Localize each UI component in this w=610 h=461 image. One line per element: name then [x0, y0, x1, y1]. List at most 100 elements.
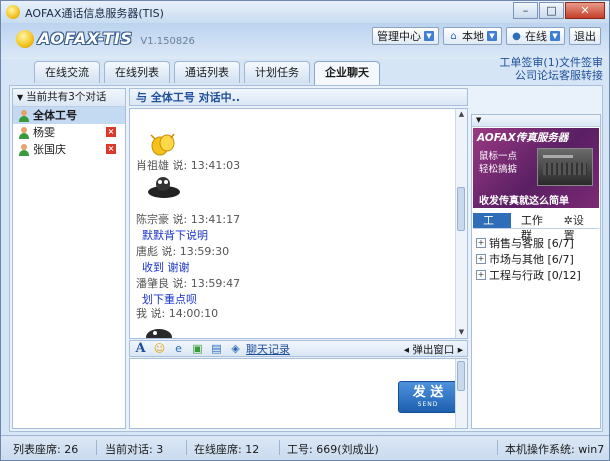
contact-name: 全体工号 [33, 109, 77, 122]
group-label: 工程与行政 [0/12] [489, 269, 581, 282]
message-sender: 肖祖雄 说: 13:41:03 [136, 159, 241, 172]
message-item: 唐彪 说: 13:59:30 收到 谢谢 [136, 243, 229, 275]
tab-work-groups[interactable]: 工作群 [515, 213, 554, 242]
font-icon[interactable]: A [134, 342, 147, 355]
group-item[interactable]: + 市场与其他 [6/7] [476, 251, 574, 267]
collapse-triangle-icon: ▼ [17, 93, 24, 102]
tab-online-list[interactable]: 在线列表 [104, 61, 170, 83]
conversation-count: 当前共有3个对话 [26, 91, 107, 103]
local-label: 本地 [462, 30, 484, 43]
popout-window-button[interactable]: ◂ 弹出窗口 ▸ [404, 342, 463, 357]
input-scrollbar[interactable] [455, 359, 467, 428]
header-links: 工单签审(1)文件签审 公司论坛客服转接 [499, 56, 603, 82]
scrollbar-thumb[interactable] [457, 361, 465, 391]
right-panel-header[interactable]: ▼ [472, 115, 600, 127]
message-sender: 潘肇良 说: 13:59:47 [136, 277, 241, 290]
app-header: AOFAX-TIS V1.150826 管理中心 ▼ ⌂ 本地 ▼ ● 在线 ▼… [1, 23, 609, 59]
chat-history-icon[interactable]: ◈ [229, 342, 242, 355]
settings-tab[interactable]: ✲设置 [558, 213, 595, 242]
message-sender: 我 说: 14:00:10 [136, 307, 219, 320]
emoji-icon[interactable]: ☺ [153, 342, 166, 355]
status-current-conversations: 当前对话: 3 [105, 443, 164, 456]
scroll-up-arrow-icon[interactable]: ▲ [456, 109, 467, 120]
close-button[interactable]: ✕ [565, 2, 605, 19]
screenshot-icon[interactable]: ▤ [210, 342, 223, 355]
ad-line: 鼠标一点 [479, 151, 518, 162]
scroll-down-arrow-icon[interactable]: ▼ [456, 327, 467, 338]
maximize-button[interactable]: □ [539, 2, 564, 19]
ad-line: 轻松搞掂 [479, 164, 518, 175]
tab-scheduled-tasks[interactable]: 计划任务 [244, 61, 310, 83]
file-sign-link[interactable]: 文件签审 [559, 56, 603, 69]
window-controls: – □ ✕ [512, 2, 605, 20]
logo-smiley-icon [16, 29, 34, 48]
gear-icon: ✲ [563, 213, 573, 227]
ad-banner[interactable]: AOFAX传真服务器 鼠标一点 轻松搞掂 收发传真就这么简单 [473, 128, 599, 208]
expand-plus-icon[interactable]: + [476, 238, 486, 248]
logout-label: 退出 [574, 30, 596, 43]
expand-plus-icon[interactable]: + [476, 270, 486, 280]
main-body: ▼当前共有3个对话 全体工号 杨雯 × 张国庆 × 与 全体工号 对话中.. [9, 85, 603, 432]
tab-online-chat[interactable]: 在线交流 [34, 61, 100, 83]
status-online-seats: 在线座席: 12 [194, 443, 260, 456]
status-bar: 列表座席: 26 当前对话: 3 在线座席: 12 工号: 669(刘成业) 本… [1, 435, 609, 460]
scrollbar-thumb[interactable] [457, 187, 465, 231]
message-sender: 陈宗豪 说: 13:41:17 [136, 213, 241, 226]
chevron-down-icon: ▼ [550, 31, 560, 41]
expand-plus-icon[interactable]: + [476, 254, 486, 264]
app-window: AOFAX通话信息服务器(TIS) – □ ✕ AOFAX-TIS V1.150… [0, 0, 610, 461]
group-item[interactable]: + 工程与行政 [0/12] [476, 267, 581, 283]
status-divider [279, 440, 280, 455]
status-seats: 列表座席: 26 [13, 443, 79, 456]
chevron-down-icon: ▼ [424, 31, 434, 41]
logout-button[interactable]: 退出 [569, 27, 601, 45]
conversation-list-header[interactable]: ▼ 当前共有3个对话 [13, 89, 125, 107]
status-divider [96, 440, 97, 455]
group-item[interactable]: + 销售与客服 [6/7] [476, 235, 574, 251]
contact-item-all[interactable]: 全体工号 [13, 107, 125, 124]
send-button[interactable]: 发 送 SEND [398, 381, 458, 413]
browser-icon[interactable]: e [172, 342, 185, 355]
status-divider [497, 440, 498, 455]
main-tabs: 在线交流 在线列表 通话列表 计划任务 企业聊天 [34, 61, 384, 85]
tab-call-list[interactable]: 通话列表 [174, 61, 240, 83]
message-scrollbar[interactable]: ▲ ▼ [455, 109, 467, 338]
image-icon[interactable]: ▣ [191, 342, 204, 355]
group-person-icon [18, 109, 30, 122]
local-button[interactable]: ⌂ 本地 ▼ [443, 27, 502, 45]
service-transfer-link[interactable]: 客服转接 [559, 69, 603, 82]
contact-item[interactable]: 张国庆 × [13, 141, 125, 158]
status-worker: 工号: 669(刘成业) [287, 443, 379, 456]
tab-workers[interactable]: 工号 [473, 212, 511, 242]
close-conversation-icon[interactable]: × [106, 144, 116, 154]
title-bar: AOFAX通话信息服务器(TIS) – □ ✕ [1, 1, 609, 24]
header-buttons: 管理中心 ▼ ⌂ 本地 ▼ ● 在线 ▼ 退出 [368, 27, 601, 45]
brand-name: AOFAX-TIS [38, 29, 133, 48]
forum-link[interactable]: 公司论坛 [515, 69, 559, 82]
group-label: 市场与其他 [6/7] [489, 253, 574, 266]
chat-toolbar: A ☺ e ▣ ▤ ◈ 聊天记录 ◂ 弹出窗口 ▸ [129, 340, 468, 357]
sticker-icon [146, 329, 172, 338]
message-input[interactable]: 发 送 SEND [129, 358, 468, 429]
online-status-button[interactable]: ● 在线 ▼ [506, 27, 565, 45]
sticker-icon [148, 177, 180, 198]
management-center-label: 管理中心 [377, 30, 421, 43]
tab-enterprise-chat[interactable]: 企业聊天 [314, 61, 380, 85]
group-label: 销售与客服 [6/7] [489, 237, 574, 250]
message-history[interactable]: 肖祖雄 说: 13:41:03 陈宗豪 说: 13:41:17 默默背下说明 唐… [129, 108, 468, 339]
work-order-link[interactable]: 工单签审(1) [499, 56, 559, 69]
close-conversation-icon[interactable]: × [106, 127, 116, 137]
chat-history-link[interactable]: 聊天记录 [246, 341, 290, 357]
message-item: 我 说: 14:00:10 [136, 305, 218, 321]
send-label: 发 送 [412, 385, 444, 400]
contact-name: 杨雯 [33, 126, 55, 139]
contact-item[interactable]: 杨雯 × [13, 124, 125, 141]
message-sender: 唐彪 说: 13:59:30 [136, 245, 230, 258]
person-icon [18, 143, 30, 156]
minimize-button[interactable]: – [513, 2, 538, 19]
message-item: 陈宗豪 说: 13:41:17 默默背下说明 [136, 211, 240, 243]
management-center-button[interactable]: 管理中心 ▼ [372, 27, 439, 45]
status-divider [186, 440, 187, 455]
logo: AOFAX-TIS V1.150826 [16, 29, 195, 48]
popout-label: 弹出窗口 [412, 344, 455, 356]
